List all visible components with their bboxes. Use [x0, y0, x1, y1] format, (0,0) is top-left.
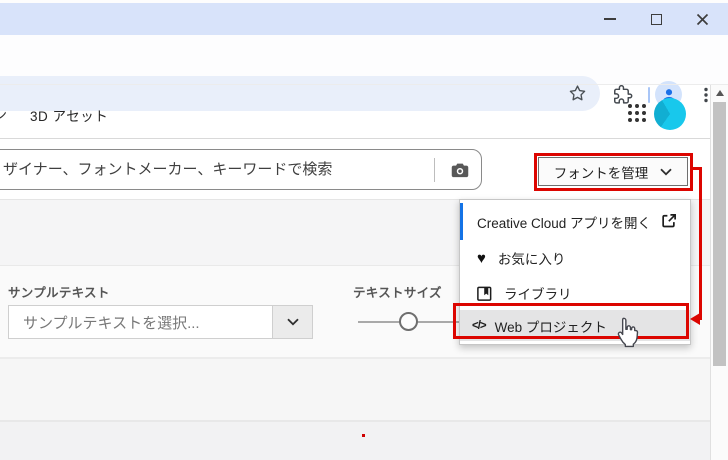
menu-item-open-cc-app[interactable]: Creative Cloud アプリを開く	[460, 203, 690, 240]
maximize-button[interactable]	[640, 3, 672, 35]
annotation-connector-vertical	[699, 167, 702, 320]
library-icon	[476, 285, 493, 302]
external-link-icon	[660, 212, 678, 233]
text-size-slider-knob[interactable]	[399, 312, 418, 331]
hand-cursor-icon	[615, 316, 641, 353]
browser-toolbar	[0, 35, 728, 111]
nav-item-3d-assets[interactable]: 3D アセット	[30, 105, 108, 125]
annotation-arrow-left-icon	[690, 313, 700, 325]
font-search-box[interactable]	[0, 149, 482, 190]
scrollbar-thumb[interactable]	[713, 102, 726, 366]
menu-item-label: ライブラリ	[504, 287, 572, 302]
triangle-up-icon	[715, 90, 724, 96]
bookmark-star-icon[interactable]	[567, 83, 588, 104]
text-size-label: テキストサイズ	[353, 286, 442, 300]
maximize-icon	[650, 13, 662, 25]
page-scrollbar[interactable]	[710, 85, 728, 460]
focus-indicator-bar	[460, 203, 463, 240]
annotation-box-web-projects	[453, 303, 689, 339]
toolbar-divider	[0, 84, 728, 85]
menu-item-label: Creative Cloud アプリを開く	[477, 215, 652, 231]
nav-divider	[0, 138, 710, 139]
footer-band	[0, 422, 710, 460]
close-icon	[696, 13, 708, 25]
annotation-box-manage-button	[534, 153, 693, 191]
apps-grid-icon[interactable]	[628, 104, 646, 122]
user-avatar[interactable]	[654, 98, 686, 130]
minimize-button[interactable]	[594, 3, 626, 35]
extensions-puzzle-icon	[614, 84, 633, 104]
menu-item-favorites[interactable]: ♥ お気に入り	[460, 240, 690, 276]
content-band	[0, 359, 710, 420]
visual-search-button[interactable]	[445, 155, 475, 185]
chevron-down-icon	[286, 318, 299, 326]
select-chevron-area	[272, 306, 312, 338]
close-button[interactable]	[686, 3, 718, 35]
heart-icon: ♥	[477, 249, 486, 267]
search-divider	[434, 157, 435, 182]
app-window: ン 3D アセット フォントを管理 サンプルテキスト サンプルテキストを選択	[0, 0, 728, 460]
sample-text-select-value: サンプルテキストを選択...	[23, 314, 200, 332]
minimize-icon	[604, 18, 616, 20]
camera-icon	[451, 163, 469, 177]
search-input[interactable]	[0, 161, 430, 178]
toolbar-separator	[648, 87, 650, 103]
stray-red-dot	[362, 434, 365, 437]
sample-text-label: サンプルテキスト	[8, 286, 110, 300]
nav-item-clipped[interactable]: ン	[0, 105, 7, 125]
scrollbar-up-button[interactable]	[711, 85, 728, 101]
titlebar	[0, 3, 728, 35]
sample-text-select[interactable]: サンプルテキストを選択...	[8, 305, 313, 339]
menu-item-label: お気に入り	[497, 252, 566, 267]
